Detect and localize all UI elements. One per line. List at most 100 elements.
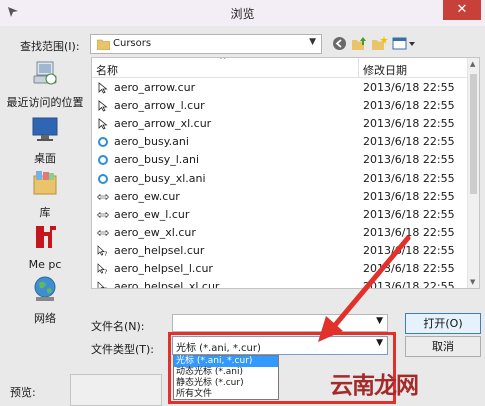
file-row[interactable]: ? aero_helpsel_l.cur 2013/6/18 22:55 [92,260,468,278]
file-date: 2013/6/18 22:55 [363,171,455,185]
column-header: ^ 名称 修改日期 [92,58,479,78]
close-button[interactable]: ✕ [443,0,481,20]
busy-ring-icon [97,154,109,169]
place-recent[interactable]: 最近访问的位置 [0,58,90,110]
svg-text:?: ? [104,269,107,275]
watermark: 云南龙网 [330,373,419,399]
up-folder-button[interactable] [352,36,368,54]
lookin-label: 查找范围(I): [20,40,80,53]
network-globe-icon [34,276,56,301]
recent-places-icon [33,61,57,85]
desktop-icon [32,117,58,141]
file-name: aero_ew_xl.cur [114,225,196,239]
scrollbar-thumb[interactable] [470,74,477,194]
file-date: 2013/6/18 22:55 [363,207,455,221]
place-mypc[interactable]: Me pc [0,222,90,271]
open-button[interactable]: 打开(O) [405,313,481,334]
busy-ring-icon [97,136,109,151]
place-label: 网络 [34,312,56,325]
preview-label: 预览: [10,386,36,399]
file-row[interactable]: aero_arrow_xl.cur 2013/6/18 22:55 [92,115,468,133]
lookin-combo[interactable]: Cursors ▼ [90,34,322,54]
arrow-cursor-icon [97,118,109,133]
file-row[interactable]: aero_ew_l.cur 2013/6/18 22:55 [92,206,468,224]
column-date-header[interactable]: 修改日期 [363,62,407,78]
back-button[interactable] [332,36,347,54]
file-row[interactable]: ? aero_helpsel.cur 2013/6/18 22:55 [92,242,468,260]
arrow-cursor-icon [97,82,109,97]
folder-icon [96,39,111,53]
file-name: aero_helpsel_l.cur [114,262,213,275]
svg-text:?: ? [104,287,107,289]
place-library[interactable]: 库 [0,168,90,220]
file-date: 2013/6/18 22:55 [363,280,455,289]
place-network[interactable]: 网络 [0,274,90,326]
new-folder-icon [372,36,388,50]
scroll-down-icon[interactable]: ▼ [470,278,475,286]
file-list[interactable]: ^ 名称 修改日期 aero_arrow.cur 2013/6/18 22:55 a… [91,57,480,289]
preview-pane [70,374,162,406]
lookin-row: 查找范围(I): Cursors ▼ [0,34,485,56]
file-date: 2013/6/18 22:55 [363,81,455,94]
file-date: 2013/6/18 22:55 [363,117,455,131]
file-date: 2013/6/18 22:55 [363,99,455,113]
file-row[interactable]: aero_ew.cur 2013/6/18 22:55 [92,188,468,206]
column-divider[interactable] [358,58,359,78]
cancel-button[interactable]: 取消 [405,336,481,357]
view-menu-button[interactable] [392,36,416,54]
place-label: 最近访问的位置 [6,96,84,109]
file-row[interactable]: aero_arrow_l.cur 2013/6/18 22:55 [92,97,468,115]
svg-text:?: ? [104,251,107,257]
lookin-value: Cursors [113,38,152,49]
file-name: aero_busy_xl.ani [114,171,206,185]
arrow-cursor-icon [97,100,109,115]
file-row[interactable]: aero_arrow.cur 2013/6/18 22:55 [92,79,468,97]
library-icon [33,171,57,195]
file-row[interactable]: aero_busy.ani 2013/6/18 22:55 [92,133,468,151]
filetype-label: 文件类型(T): [91,343,155,356]
view-menu-icon [392,37,415,50]
resize-ew-icon [97,227,109,242]
up-folder-icon [352,37,366,50]
scroll-up-icon[interactable]: ▲ [470,60,475,68]
file-row[interactable]: aero_busy_xl.ani 2013/6/18 22:55 [92,170,468,188]
resize-ew-icon [97,191,109,206]
file-date: 2013/6/18 22:55 [363,135,455,149]
file-name: aero_ew.cur [114,189,180,203]
places-bar: 最近访问的位置 桌面 库 Me pc 网络 [0,58,90,328]
file-name: aero_helpsel.cur [114,243,205,257]
place-label: Me pc [28,258,62,271]
filename-label: 文件名(N): [91,320,145,333]
close-icon: ✕ [456,2,468,17]
file-date: 2013/6/18 22:55 [363,243,455,257]
file-date: 2013/6/18 22:55 [363,189,455,203]
file-row[interactable]: ? aero_helpsel_xl.cur 2013/6/18 22:55 [92,278,468,289]
filename-input[interactable]: ▼ [172,314,388,332]
file-name: aero_helpsel_xl.cur [114,280,220,289]
new-folder-button[interactable] [372,36,388,54]
file-name: aero_ew_l.cur [114,207,190,221]
file-name: aero_arrow.cur [114,81,196,94]
file-name: aero_arrow_xl.cur [114,117,212,131]
chevron-down-icon: ▼ [309,37,316,47]
file-date: 2013/6/18 22:55 [363,225,455,239]
window-title: 浏览 [230,7,255,21]
help-cursor-icon: ? [97,245,109,260]
title-bar: 浏览 ✕ [0,0,485,26]
file-row[interactable]: aero_busy_l.ani 2013/6/18 22:55 [92,151,468,169]
file-name: aero_busy.ani [114,135,189,149]
computer-icon [36,226,56,248]
file-date: 2013/6/18 22:55 [363,262,455,275]
place-desktop[interactable]: 桌面 [0,116,90,166]
help-cursor-icon: ? [97,281,109,289]
vertical-scrollbar[interactable]: ▲ ▼ [467,58,479,288]
chevron-down-icon[interactable]: ▼ [376,316,383,326]
column-name-header[interactable]: 名称 [96,62,118,78]
file-row[interactable]: aero_ew_xl.cur 2013/6/18 22:55 [92,224,468,242]
file-date: 2013/6/18 22:55 [363,153,455,167]
place-label: 库 [39,206,51,219]
back-arrow-icon [333,37,346,50]
resize-ew-icon [97,209,109,224]
file-name: aero_busy_l.ani [114,153,200,167]
busy-ring-icon [97,173,109,188]
